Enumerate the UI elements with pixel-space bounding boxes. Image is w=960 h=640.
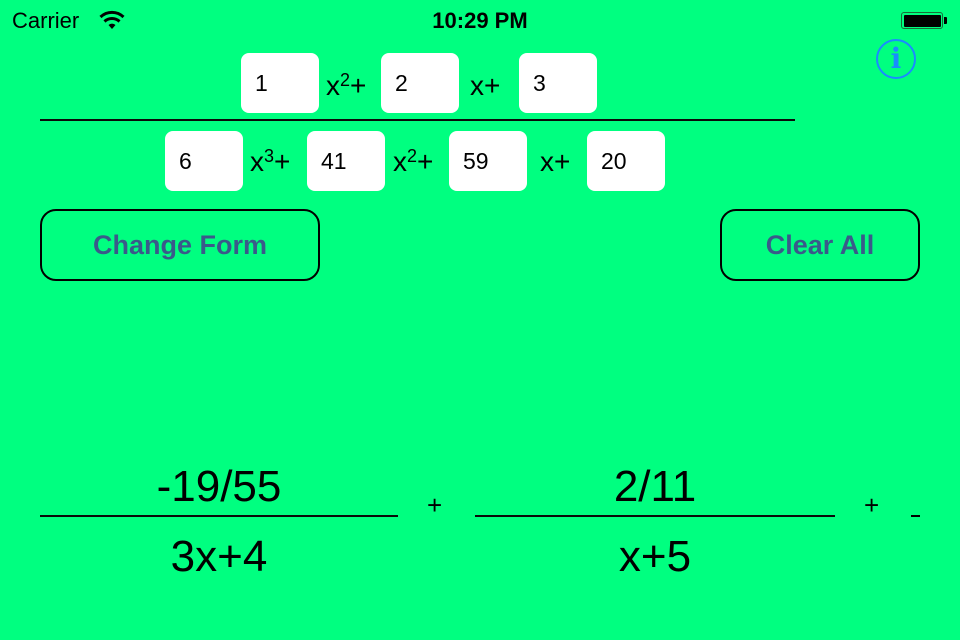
result-fraction-2-bar <box>475 515 835 517</box>
numerator-constant-input[interactable] <box>519 53 597 113</box>
info-button[interactable]: i <box>876 39 916 79</box>
numerator-x2-term: x2+ <box>326 70 367 101</box>
info-icon: i <box>890 42 902 75</box>
clear-all-button[interactable]: Clear All <box>720 209 920 281</box>
numerator-x2-coefficient-input[interactable] <box>241 53 319 113</box>
denominator-x-coefficient-input[interactable] <box>449 131 527 191</box>
numerator-x-coefficient-input[interactable] <box>381 53 459 113</box>
denominator-constant-input[interactable] <box>587 131 665 191</box>
result-fraction-2-numerator: 2/11 <box>613 462 697 511</box>
plus-operator-2: + <box>864 490 880 520</box>
result-fraction-1-denominator: 3x+4 <box>170 532 268 581</box>
battery-nub <box>944 17 947 24</box>
denominator-x2-coefficient-input[interactable] <box>307 131 385 191</box>
change-form-button[interactable]: Change Form <box>40 209 320 281</box>
denominator-x3-coefficient-input[interactable] <box>165 131 243 191</box>
minus-operator <box>911 515 920 517</box>
clock: 10:29 PM <box>432 8 528 33</box>
plus-operator-1: + <box>427 490 443 520</box>
numerator-x-term: x+ <box>470 70 501 101</box>
battery-icon <box>901 12 943 29</box>
denominator-x2-term: x2+ <box>393 146 434 177</box>
fraction-bar <box>40 119 795 121</box>
denominator-x3-term: x3+ <box>250 146 291 177</box>
result-fraction-2-denominator: x+5 <box>618 532 692 581</box>
denominator-x-term: x+ <box>540 146 571 177</box>
result-fraction-1-bar <box>40 515 398 517</box>
result-fraction-1-numerator: -19/55 <box>156 462 282 511</box>
